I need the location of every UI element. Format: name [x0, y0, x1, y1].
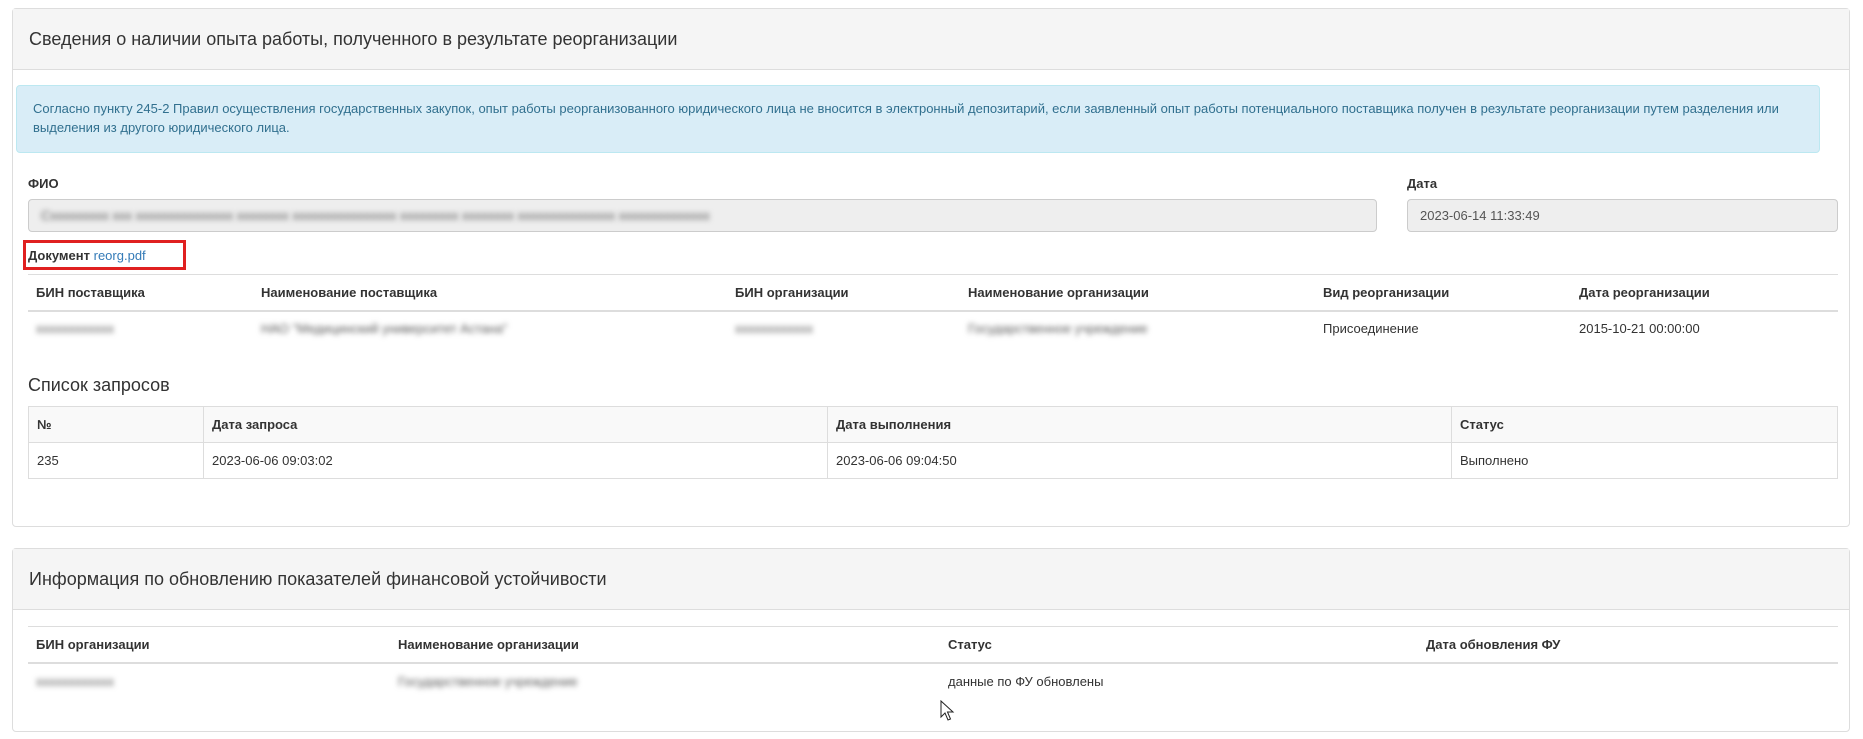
col-reorg-date: Дата реорганизации	[1579, 284, 1710, 300]
request-status: Выполнено	[1451, 442, 1838, 479]
col-status: Статус	[1451, 406, 1838, 443]
date-field[interactable]: 2023-06-14 11:33:49	[1407, 199, 1838, 232]
done-date: 2023-06-06 09:04:50	[827, 442, 1452, 479]
date-label: Дата	[1407, 176, 1438, 191]
fio-label: ФИО	[28, 176, 59, 191]
col-fin-org-bin: БИН организации	[36, 636, 150, 652]
col-done-date: Дата выполнения	[827, 406, 1452, 443]
reorg-type: Присоединение	[1323, 321, 1419, 337]
supplier-name: НАО "Медицинский университет Астана"	[261, 321, 508, 337]
org-bin: xxxxxxxxxxxx	[735, 321, 813, 337]
reorg-table: БИН поставщика Наименование поставщика Б…	[28, 274, 1838, 347]
reorg-panel-title: Сведения о наличии опыта работы, получен…	[13, 9, 1849, 70]
table-row: xxxxxxxxxxxx НАО "Медицинский университе…	[28, 311, 1838, 347]
col-org-name: Наименование организации	[968, 284, 1149, 300]
col-supplier-bin: БИН поставщика	[36, 284, 145, 300]
col-supplier-name: Наименование поставщика	[261, 284, 438, 300]
fin-panel-title: Информация по обновлению показателей фин…	[13, 549, 1849, 610]
requests-table: № Дата запроса Дата выполнения Статус 23…	[28, 406, 1838, 479]
request-date: 2023-06-06 09:03:02	[203, 442, 828, 479]
mouse-cursor-icon	[940, 700, 955, 721]
col-fin-org-name: Наименование организации	[398, 636, 579, 652]
requests-title: Список запросов	[28, 375, 170, 395]
fin-org-name: Государственное учреждение	[398, 673, 578, 689]
col-fin-status: Статус	[948, 636, 992, 652]
info-alert: Согласно пункту 245-2 Правил осуществлен…	[16, 85, 1820, 153]
col-org-bin: БИН организации	[735, 284, 849, 300]
org-name: Государственное учреждение	[968, 321, 1148, 337]
col-request-date: Дата запроса	[203, 406, 828, 443]
table-row: 235 2023-06-06 09:03:02 2023-06-06 09:04…	[28, 442, 1838, 479]
col-fin-update-date: Дата обновления ФУ	[1426, 636, 1561, 652]
request-num: 235	[28, 442, 204, 479]
table-row: xxxxxxxxxxxx Государственное учреждение …	[28, 663, 1838, 699]
reorg-date: 2015-10-21 00:00:00	[1579, 321, 1700, 337]
col-num: №	[28, 406, 204, 443]
col-reorg-type: Вид реорганизации	[1323, 284, 1450, 300]
fio-field[interactable]: Сxxxxxxxxx xxx xxxxxxxxxxxxxxx xxxxxxxx …	[28, 199, 1377, 232]
fin-org-bin: xxxxxxxxxxxx	[36, 673, 114, 689]
highlight-box	[23, 240, 186, 270]
fin-table: БИН организации Наименование организации…	[28, 626, 1838, 699]
table-header-row: БИН организации Наименование организации…	[28, 626, 1838, 663]
date-value: 2023-06-14 11:33:49	[1420, 208, 1540, 223]
fio-value: Сxxxxxxxxx xxx xxxxxxxxxxxxxxx xxxxxxxx …	[41, 208, 710, 223]
fin-update-date	[1418, 663, 1838, 699]
table-header-row: БИН поставщика Наименование поставщика Б…	[28, 274, 1838, 311]
fin-status: данные по ФУ обновлены	[948, 673, 1104, 689]
supplier-bin: xxxxxxxxxxxx	[36, 321, 114, 337]
table-header-row: № Дата запроса Дата выполнения Статус	[28, 406, 1838, 443]
